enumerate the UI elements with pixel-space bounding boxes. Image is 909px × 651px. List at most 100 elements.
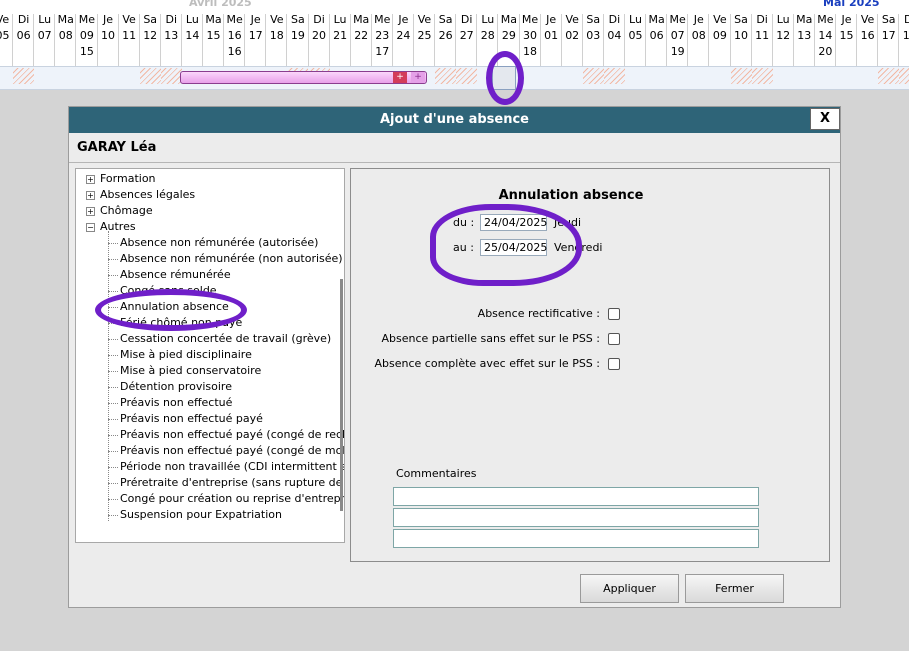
calendar-day[interactable]: Me 07 19 xyxy=(667,12,688,60)
calendar-day[interactable]: Di 18 xyxy=(899,12,909,44)
expand-icon[interactable]: + xyxy=(86,191,95,200)
calendar-day[interactable]: Lu 21 xyxy=(330,12,351,44)
tree-item[interactable]: Mise à pied conservatoire xyxy=(120,363,261,379)
calendar-day[interactable]: Ma 08 xyxy=(55,12,76,44)
close-dialog-button[interactable]: Fermer xyxy=(685,574,784,603)
tree-item[interactable]: Mise à pied disciplinaire xyxy=(120,347,252,363)
tree-guide-line xyxy=(108,451,118,452)
tree-item[interactable]: Absence non rémunérée (autorisée) xyxy=(120,235,318,251)
absence-type-tree[interactable]: + Formation + Absences légales + Chômage − Autr… xyxy=(75,168,345,543)
calendar-day[interactable]: Ma 29 xyxy=(498,12,519,44)
calendar-day[interactable]: Ve 09 xyxy=(709,12,730,44)
month-label-april: Avril 2025 xyxy=(189,0,252,9)
weekend-hatch xyxy=(603,68,625,84)
day-name: Lu xyxy=(629,13,642,26)
day-number: 05 xyxy=(628,29,643,42)
tree-item[interactable]: Formation xyxy=(100,171,156,187)
tree-item[interactable]: Suspension pour Expatriation xyxy=(120,507,282,523)
calendar-day[interactable]: Lu 28 xyxy=(477,12,498,44)
complete-label: Absence complète avec effet sur le PSS : xyxy=(374,357,601,370)
weekend-hatch xyxy=(878,68,900,84)
tree-item[interactable]: Préavis non effectué payé (congé de mobi… xyxy=(120,443,344,459)
calendar-day[interactable]: Di 20 xyxy=(309,12,330,44)
tree-item[interactable]: Autres xyxy=(100,219,136,235)
calendar-day[interactable]: Je 24 xyxy=(393,12,414,44)
tree-vertical-scrollbar[interactable] xyxy=(340,279,343,511)
calendar-day[interactable]: Ve 16 xyxy=(857,12,878,44)
weekend-hatch xyxy=(899,68,909,84)
apply-button[interactable]: Appliquer xyxy=(580,574,679,603)
calendar-day[interactable]: Ma 13 xyxy=(794,12,815,44)
calendar-day[interactable]: Je 08 xyxy=(688,12,709,44)
calendar-day[interactable]: Je 10 xyxy=(98,12,119,44)
calendar-day[interactable]: Di 11 xyxy=(752,12,773,44)
bar-plus-icon[interactable]: + xyxy=(411,72,425,83)
calendar-day[interactable]: Je 15 xyxy=(836,12,857,44)
comment-line-2[interactable] xyxy=(393,508,759,527)
tree-item[interactable]: Absences légales xyxy=(100,187,195,203)
expand-icon[interactable]: + xyxy=(86,207,95,216)
calendar-day[interactable]: Lu 12 xyxy=(773,12,794,44)
bar-plus-icon[interactable]: + xyxy=(393,72,407,83)
calendar-day[interactable]: Ma 06 xyxy=(646,12,667,44)
calendar-day[interactable]: Di 27 xyxy=(456,12,477,44)
calendar-day[interactable]: Sa 12 xyxy=(140,12,161,44)
tree-item[interactable]: Période non travaillée (CDI intermittent… xyxy=(120,459,344,475)
tree-item[interactable]: Cessation concertée de travail (grève) xyxy=(120,331,331,347)
calendar-day[interactable]: Ve 02 xyxy=(562,12,583,44)
calendar-day[interactable]: Sa 19 xyxy=(287,12,308,44)
calendar-day[interactable]: Di 04 xyxy=(604,12,625,44)
complete-checkbox[interactable] xyxy=(608,358,620,370)
calendar-day[interactable]: Ve 11 xyxy=(119,12,140,44)
comment-line-1[interactable] xyxy=(393,487,759,506)
tree-item[interactable]: Détention provisoire xyxy=(120,379,232,395)
absence-bar[interactable]: + + xyxy=(180,71,427,84)
calendar-day[interactable]: Me 09 15 xyxy=(76,12,97,60)
calendar-day[interactable]: Je 17 xyxy=(245,12,266,44)
calendar-day[interactable]: Ve 18 xyxy=(266,12,287,44)
calendar-day[interactable]: Me 14 20 xyxy=(815,12,836,60)
calendar-day[interactable]: Me 16 16 xyxy=(224,12,245,60)
day-number: 19 xyxy=(290,29,305,42)
day-name: Ma xyxy=(353,13,370,26)
calendar-day[interactable]: Ve 05 xyxy=(0,12,13,44)
collapse-icon[interactable]: − xyxy=(86,223,95,232)
calendar-day[interactable]: Lu 05 xyxy=(625,12,646,44)
weekend-hatch xyxy=(456,68,478,84)
calendar-day[interactable]: Je 01 xyxy=(541,12,562,44)
close-button[interactable]: X xyxy=(810,108,840,130)
calendar-day[interactable]: Me 30 18 xyxy=(520,12,541,60)
calendar-day[interactable]: Me 23 17 xyxy=(372,12,393,60)
tree-item[interactable]: Préavis non effectué payé xyxy=(120,411,263,427)
person-name: GARAY Léa xyxy=(77,140,157,155)
calendar-day[interactable]: Ma 22 xyxy=(351,12,372,44)
calendar-day[interactable]: Di 06 xyxy=(13,12,34,44)
day-name: Me xyxy=(226,13,243,26)
tree-item-label: Absence non rémunérée (non autorisée) xyxy=(120,252,343,265)
rectificative-checkbox[interactable] xyxy=(608,308,620,320)
tree-item[interactable]: Absence non rémunérée (non autorisée) xyxy=(120,251,343,267)
tree-item[interactable]: Préavis non effectué payé (congé de recl… xyxy=(120,427,344,443)
day-number: 27 xyxy=(459,29,474,42)
expand-icon[interactable]: + xyxy=(86,175,95,184)
calendar-day[interactable]: Sa 26 xyxy=(435,12,456,44)
calendar-day[interactable]: Ma 15 xyxy=(203,12,224,44)
calendar-day[interactable]: Sa 03 xyxy=(583,12,604,44)
partielle-checkbox[interactable] xyxy=(608,333,620,345)
tree-item[interactable]: Chômage xyxy=(100,203,153,219)
day-number: 14 xyxy=(818,29,833,42)
tree-item[interactable]: Absence rémunérée xyxy=(120,267,231,283)
calendar-day[interactable]: Lu 07 xyxy=(34,12,55,44)
tree-item[interactable]: Préavis non effectué xyxy=(120,395,232,411)
calendar-day[interactable]: Sa 17 xyxy=(878,12,899,44)
tree-item[interactable]: Préretraite d'entreprise (sans rupture d… xyxy=(120,475,344,491)
calendar-day[interactable]: Sa 10 xyxy=(731,12,752,44)
calendar-day[interactable]: Ve 25 xyxy=(414,12,435,44)
tree-item[interactable]: Congé pour création ou reprise d'entrepr… xyxy=(120,491,344,507)
comment-line-3[interactable] xyxy=(393,529,759,548)
day-number: 08 xyxy=(58,29,73,42)
day-number: 05 xyxy=(0,29,10,42)
calendar-day[interactable]: Di 13 xyxy=(161,12,182,44)
calendar-day[interactable]: Lu 14 xyxy=(182,12,203,44)
dialog-titlebar: Ajout d'une absence X xyxy=(69,107,840,133)
